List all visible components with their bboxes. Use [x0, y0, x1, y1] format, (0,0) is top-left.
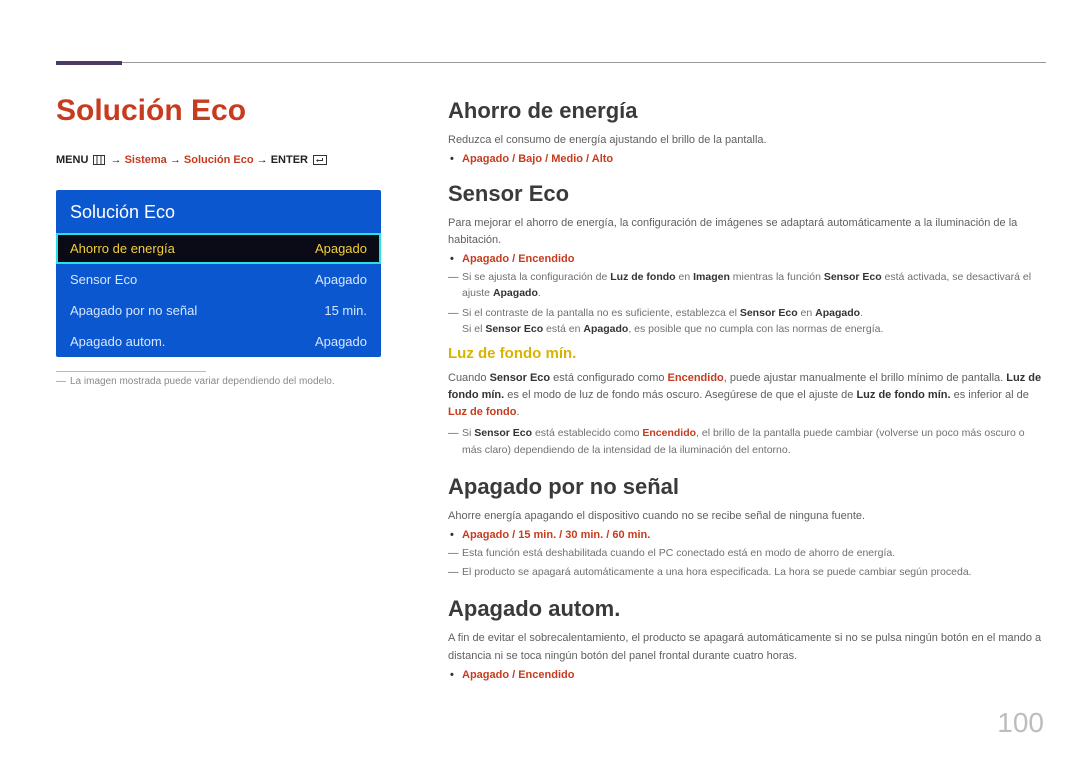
heading-ahorro: Ahorro de energía	[448, 98, 1044, 124]
note-line: Si se ajusta la configuración de Luz de …	[462, 269, 1044, 302]
section-senal: Apagado por no señal Ahorre energía apag…	[448, 474, 1044, 581]
section-autom: Apagado autom. A fin de evitar el sobrec…	[448, 596, 1044, 680]
menu-icon	[93, 155, 105, 168]
heading-senal: Apagado por no señal	[448, 474, 1044, 500]
left-column: Solución Eco MENU → Sistema → Solución E…	[56, 94, 401, 387]
breadcrumb-enter: ENTER	[271, 154, 308, 166]
osd-row-label: Ahorro de energía	[70, 241, 175, 256]
osd-row-value: Apagado	[315, 241, 367, 256]
breadcrumb-solucion: Solución Eco	[184, 154, 254, 166]
breadcrumb-sistema: Sistema	[125, 154, 167, 166]
section-ahorro: Ahorro de energía Reduzca el consumo de …	[448, 98, 1044, 165]
top-rule	[56, 62, 1046, 63]
osd-row-label: Apagado por no señal	[70, 303, 197, 318]
breadcrumb: MENU → Sistema → Solución Eco → ENTER	[56, 154, 401, 168]
options-list: Apagado / Bajo / Medio / Alto	[462, 153, 1044, 165]
osd-row-sensor-eco[interactable]: Sensor Eco Apagado	[56, 264, 381, 295]
heading-luz: Luz de fondo mín.	[448, 345, 1044, 362]
note-line: Si el contraste de la pantalla no es suf…	[462, 305, 1044, 338]
dash-icon: ―	[56, 376, 66, 387]
osd-row-label: Apagado autom.	[70, 334, 165, 349]
left-footnote: ― La imagen mostrada puede variar dependi…	[56, 371, 401, 387]
desc-text: A fin de evitar el sobrecalentamiento, e…	[448, 630, 1044, 664]
desc-text: Reduzca el consumo de energía ajustando …	[448, 132, 1044, 149]
note-line: Si Sensor Eco está establecido como Ence…	[462, 425, 1044, 458]
osd-panel: Solución Eco Ahorro de energía Apagado S…	[56, 190, 381, 357]
desc-text: Cuando Sensor Eco está configurado como …	[448, 370, 1044, 421]
osd-row-value: Apagado	[315, 272, 367, 287]
options-list: Apagado / Encendido	[462, 253, 1044, 265]
osd-row-no-senal[interactable]: Apagado por no señal 15 min.	[56, 295, 381, 326]
breadcrumb-arrow: →	[170, 154, 181, 166]
osd-row-label: Sensor Eco	[70, 272, 137, 287]
osd-row-ahorro-energia[interactable]: Ahorro de energía Apagado	[56, 233, 381, 264]
breadcrumb-menu: MENU	[56, 154, 88, 166]
footnote-text: La imagen mostrada puede variar dependie…	[70, 376, 335, 387]
osd-row-apagado-autom[interactable]: Apagado autom. Apagado	[56, 326, 381, 357]
breadcrumb-arrow: →	[111, 154, 122, 166]
options-list: Apagado / Encendido	[462, 669, 1044, 681]
options-list: Apagado / 15 min. / 30 min. / 60 min.	[462, 529, 1044, 541]
page-number: 100	[997, 707, 1044, 739]
note-line: Esta función está deshabilitada cuando e…	[462, 545, 1044, 561]
heading-sensor: Sensor Eco	[448, 181, 1044, 207]
page-title: Solución Eco	[56, 94, 401, 128]
right-column: Ahorro de energía Reduzca el consumo de …	[448, 98, 1044, 697]
desc-text: Ahorre energía apagando el dispositivo c…	[448, 508, 1044, 525]
brand-bar	[56, 61, 122, 65]
note-line: El producto se apagará automáticamente a…	[462, 564, 1044, 580]
footnote-rule	[56, 371, 206, 372]
osd-title: Solución Eco	[56, 190, 381, 233]
enter-icon	[313, 155, 327, 168]
breadcrumb-arrow: →	[257, 154, 268, 166]
section-sensor: Sensor Eco Para mejorar el ahorro de ene…	[448, 181, 1044, 458]
osd-row-value: Apagado	[315, 334, 367, 349]
desc-text: Para mejorar el ahorro de energía, la co…	[448, 215, 1044, 249]
osd-row-value: 15 min.	[324, 303, 367, 318]
heading-autom: Apagado autom.	[448, 596, 1044, 622]
